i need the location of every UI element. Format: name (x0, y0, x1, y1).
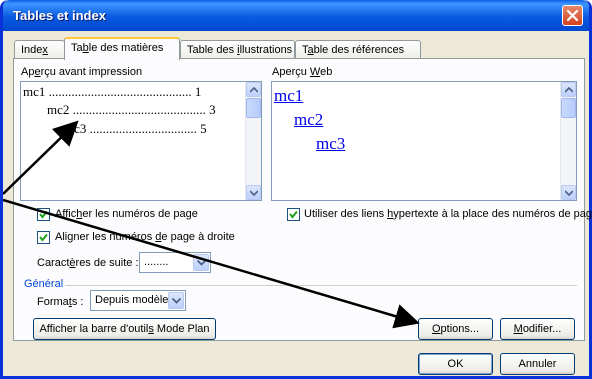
arrow-to-options-button (3, 198, 420, 329)
tab-table-of-contents[interactable]: Table des matières (64, 37, 180, 60)
tables-index-dialog: Tables et index Index Table des matières… (0, 0, 592, 379)
arrow-to-toc-preview (3, 120, 79, 195)
tab-toc-label: Ta (71, 42, 83, 54)
tab-toc-label-rest: le des matières (88, 42, 164, 54)
